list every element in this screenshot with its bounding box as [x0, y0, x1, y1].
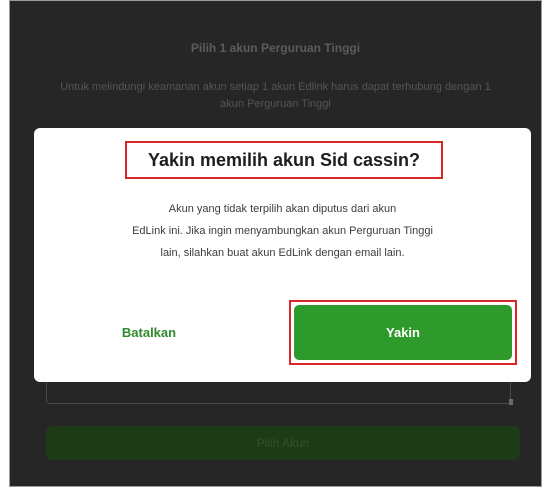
dialog-message-line: lain, silahkan buat akun EdLink dengan e…: [160, 247, 405, 259]
cancel-button[interactable]: Batalkan: [94, 323, 204, 343]
dialog-message-line: EdLink ini. Jika ingin menyambungkan aku…: [132, 225, 433, 237]
confirm-button[interactable]: Yakin: [294, 305, 512, 360]
background-description: Untuk melindungi keamanan akun setiap 1 …: [60, 81, 491, 110]
dialog-title: Yakin memilih akun Sid cassin?: [125, 141, 443, 179]
background-title: Pilih 1 akun Perguruan Tinggi: [190, 41, 361, 55]
confirm-dialog: Yakin memilih akun Sid cassin? Akun yang…: [34, 128, 531, 382]
dialog-message: Akun yang tidak terpilih akan diputus da…: [44, 198, 521, 264]
dialog-message-line: Akun yang tidak terpilih akan diputus da…: [168, 203, 397, 215]
choose-account-button: Pilih Akun: [46, 426, 520, 460]
scrollbar-thumb: [509, 399, 513, 405]
